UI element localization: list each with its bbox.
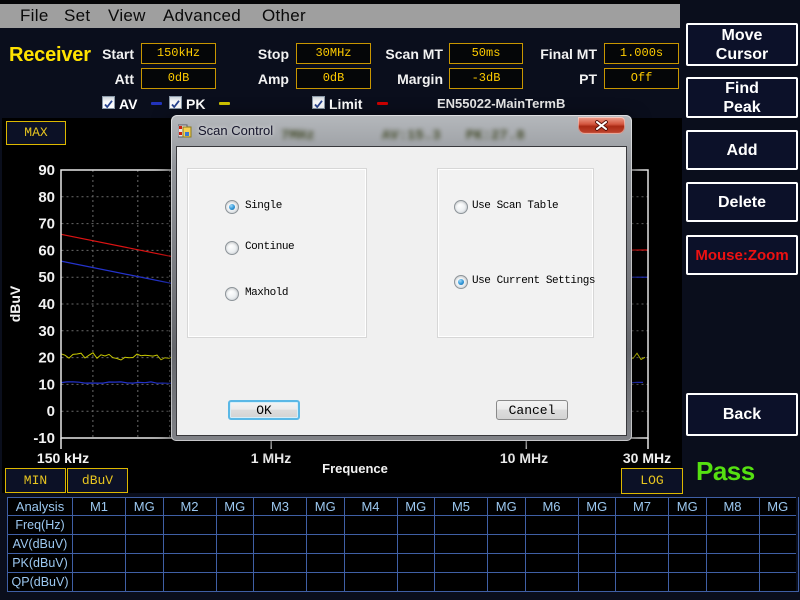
svg-text:10 MHz: 10 MHz xyxy=(500,450,548,466)
svg-text:70: 70 xyxy=(38,216,55,233)
svg-text:60: 60 xyxy=(38,242,55,259)
svg-text:30 MHz: 30 MHz xyxy=(623,450,671,466)
svg-text:40: 40 xyxy=(38,296,55,313)
svg-text:90: 90 xyxy=(38,162,55,179)
svg-text:50: 50 xyxy=(38,269,55,286)
svg-text:Frequence: Frequence xyxy=(322,461,388,476)
svg-text:-10: -10 xyxy=(33,430,55,447)
svg-text:10: 10 xyxy=(38,376,55,393)
svg-text:0: 0 xyxy=(47,403,55,420)
svg-text:30: 30 xyxy=(38,323,55,340)
svg-text:dBuV: dBuV xyxy=(7,285,23,322)
svg-text:150 kHz: 150 kHz xyxy=(37,450,89,466)
svg-text:20: 20 xyxy=(38,350,55,367)
svg-text:1 MHz: 1 MHz xyxy=(251,450,291,466)
svg-text:80: 80 xyxy=(38,189,55,206)
